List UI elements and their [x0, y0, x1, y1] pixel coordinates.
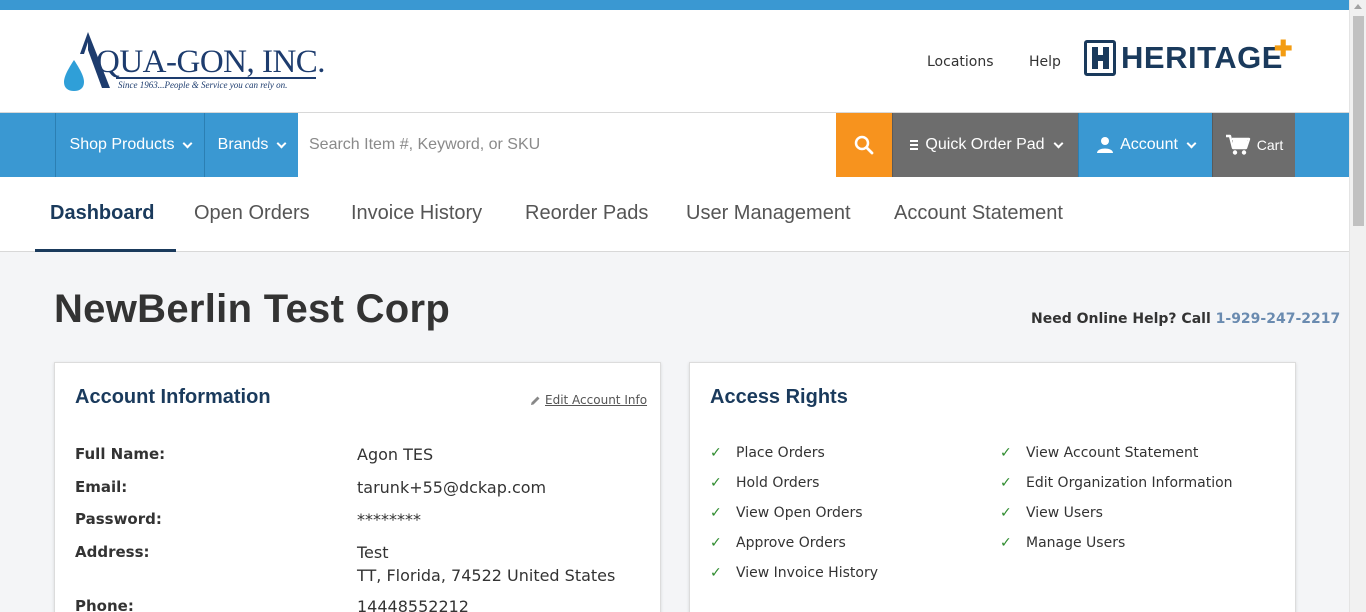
- logo-wordmark: QUA-GON, INC.: [96, 44, 326, 80]
- tab-invoice-history[interactable]: Invoice History: [351, 202, 482, 225]
- address-line-2: TT, Florida, 74522 United States: [357, 566, 616, 585]
- top-stripe: [0, 0, 1349, 10]
- check-icon: ✓: [1000, 535, 1012, 551]
- phone-value: 14448552212: [357, 597, 469, 612]
- edit-account-info-link[interactable]: Edit Account Info: [530, 393, 647, 407]
- check-icon: ✓: [710, 475, 722, 491]
- right-label: Approve Orders: [736, 535, 846, 551]
- right-approve-orders: ✓ Approve Orders: [710, 535, 846, 551]
- tab-dashboard[interactable]: Dashboard: [50, 202, 154, 225]
- right-view-account-statement: ✓ View Account Statement: [1000, 445, 1198, 461]
- right-view-users: ✓ View Users: [1000, 505, 1103, 521]
- check-icon: ✓: [710, 445, 722, 461]
- tab-account-statement[interactable]: Account Statement: [894, 202, 1063, 225]
- cart-button[interactable]: Cart: [1212, 113, 1295, 177]
- help-link[interactable]: Help: [1029, 54, 1061, 70]
- logo-rule: [116, 77, 316, 79]
- phone-label: Phone:: [75, 597, 134, 612]
- right-manage-users: ✓ Manage Users: [1000, 535, 1125, 551]
- page-scrollbar[interactable]: [1349, 0, 1366, 612]
- right-edit-organization-information: ✓ Edit Organization Information: [1000, 475, 1233, 491]
- check-icon: ✓: [710, 505, 722, 521]
- right-place-orders: ✓ Place Orders: [710, 445, 825, 461]
- aquagon-logo[interactable]: QUA-GON, INC. Since 1963...People & Serv…: [62, 30, 326, 94]
- company-name: NewBerlin Test Corp: [54, 287, 451, 331]
- tab-reorder-pads[interactable]: Reorder Pads: [525, 202, 648, 225]
- cart-icon: [1225, 134, 1250, 155]
- address-label: Address:: [75, 543, 150, 561]
- scrollbar-thumb[interactable]: [1353, 16, 1364, 226]
- tab-user-management[interactable]: User Management: [686, 202, 851, 225]
- chevron-down-icon: [1186, 138, 1197, 148]
- password-label: Password:: [75, 510, 162, 528]
- site-header: QUA-GON, INC. Since 1963...People & Serv…: [0, 10, 1349, 113]
- right-label: View Users: [1026, 505, 1103, 521]
- email-label: Email:: [75, 478, 128, 496]
- help-prefix: Need Online Help? Call: [1031, 311, 1211, 327]
- heritage-h-icon: [1084, 40, 1116, 76]
- right-view-invoice-history: ✓ View Invoice History: [710, 565, 878, 581]
- heritage-logo[interactable]: HERITAGE ✚: [1084, 36, 1299, 78]
- check-icon: ✓: [1000, 505, 1012, 521]
- chevron-down-icon: [1053, 138, 1064, 148]
- help-phone-link[interactable]: 1-929-247-2217: [1216, 311, 1341, 327]
- heritage-plus-icon: ✚: [1274, 36, 1293, 61]
- right-label: View Open Orders: [736, 505, 863, 521]
- dashboard-tabs: Dashboard Open Orders Invoice History Re…: [0, 177, 1349, 252]
- right-label: Place Orders: [736, 445, 825, 461]
- right-view-open-orders: ✓ View Open Orders: [710, 505, 863, 521]
- chevron-down-icon: [276, 138, 287, 148]
- search-button[interactable]: [836, 113, 892, 177]
- check-icon: ✓: [710, 535, 722, 551]
- right-label: View Account Statement: [1026, 445, 1199, 461]
- help-line: Need Online Help? Call 1-929-247-2217: [1031, 311, 1340, 327]
- email-value: tarunk+55@dckap.com: [357, 478, 547, 497]
- chevron-down-icon: [183, 138, 193, 148]
- account-information-card: Account Information Edit Account Info Fu…: [54, 362, 661, 612]
- tab-open-orders[interactable]: Open Orders: [194, 202, 310, 225]
- heritage-wordmark: HERITAGE: [1121, 40, 1283, 75]
- brands-menu[interactable]: Brands: [204, 113, 298, 177]
- right-label: Edit Organization Information: [1026, 475, 1233, 491]
- right-label: Manage Users: [1026, 535, 1126, 551]
- check-icon: ✓: [1000, 445, 1012, 461]
- right-hold-orders: ✓ Hold Orders: [710, 475, 819, 491]
- account-label: Account: [1120, 136, 1178, 153]
- search-icon: [854, 135, 874, 155]
- search-input[interactable]: [298, 113, 836, 177]
- account-information-title: Account Information: [75, 386, 271, 408]
- full-name-label: Full Name:: [75, 445, 166, 463]
- access-rights-card: Access Rights ✓ Place Orders ✓ Hold Orders…: [689, 362, 1296, 612]
- right-label: View Invoice History: [736, 565, 878, 581]
- password-value: ********: [357, 510, 421, 529]
- list-icon: [910, 140, 919, 150]
- account-menu[interactable]: Account: [1078, 113, 1212, 177]
- quick-order-label: Quick Order Pad: [925, 136, 1045, 153]
- shop-products-menu[interactable]: Shop Products: [55, 113, 205, 177]
- shop-products-label: Shop Products: [69, 136, 175, 153]
- scroll-up-icon[interactable]: [1354, 4, 1362, 9]
- active-tab-indicator: [35, 249, 176, 252]
- user-icon: [1097, 137, 1114, 153]
- quick-order-pad-menu[interactable]: Quick Order Pad: [892, 113, 1078, 177]
- main-navbar: Shop Products Brands Quick Order Pad Acc…: [0, 113, 1349, 177]
- full-name-value: Agon TES: [357, 445, 434, 464]
- brands-label: Brands: [217, 136, 269, 153]
- pencil-icon: [531, 396, 540, 405]
- check-icon: ✓: [1000, 475, 1012, 491]
- address-line-1: Test: [357, 543, 389, 562]
- check-icon: ✓: [710, 565, 722, 581]
- edit-account-info-label: Edit Account Info: [545, 393, 648, 407]
- access-rights-title: Access Rights: [710, 386, 848, 408]
- right-label: Hold Orders: [736, 475, 820, 491]
- logo-tagline: Since 1963...People & Service you can re…: [118, 80, 288, 90]
- cart-label: Cart: [1256, 137, 1284, 153]
- locations-link[interactable]: Locations: [927, 54, 994, 70]
